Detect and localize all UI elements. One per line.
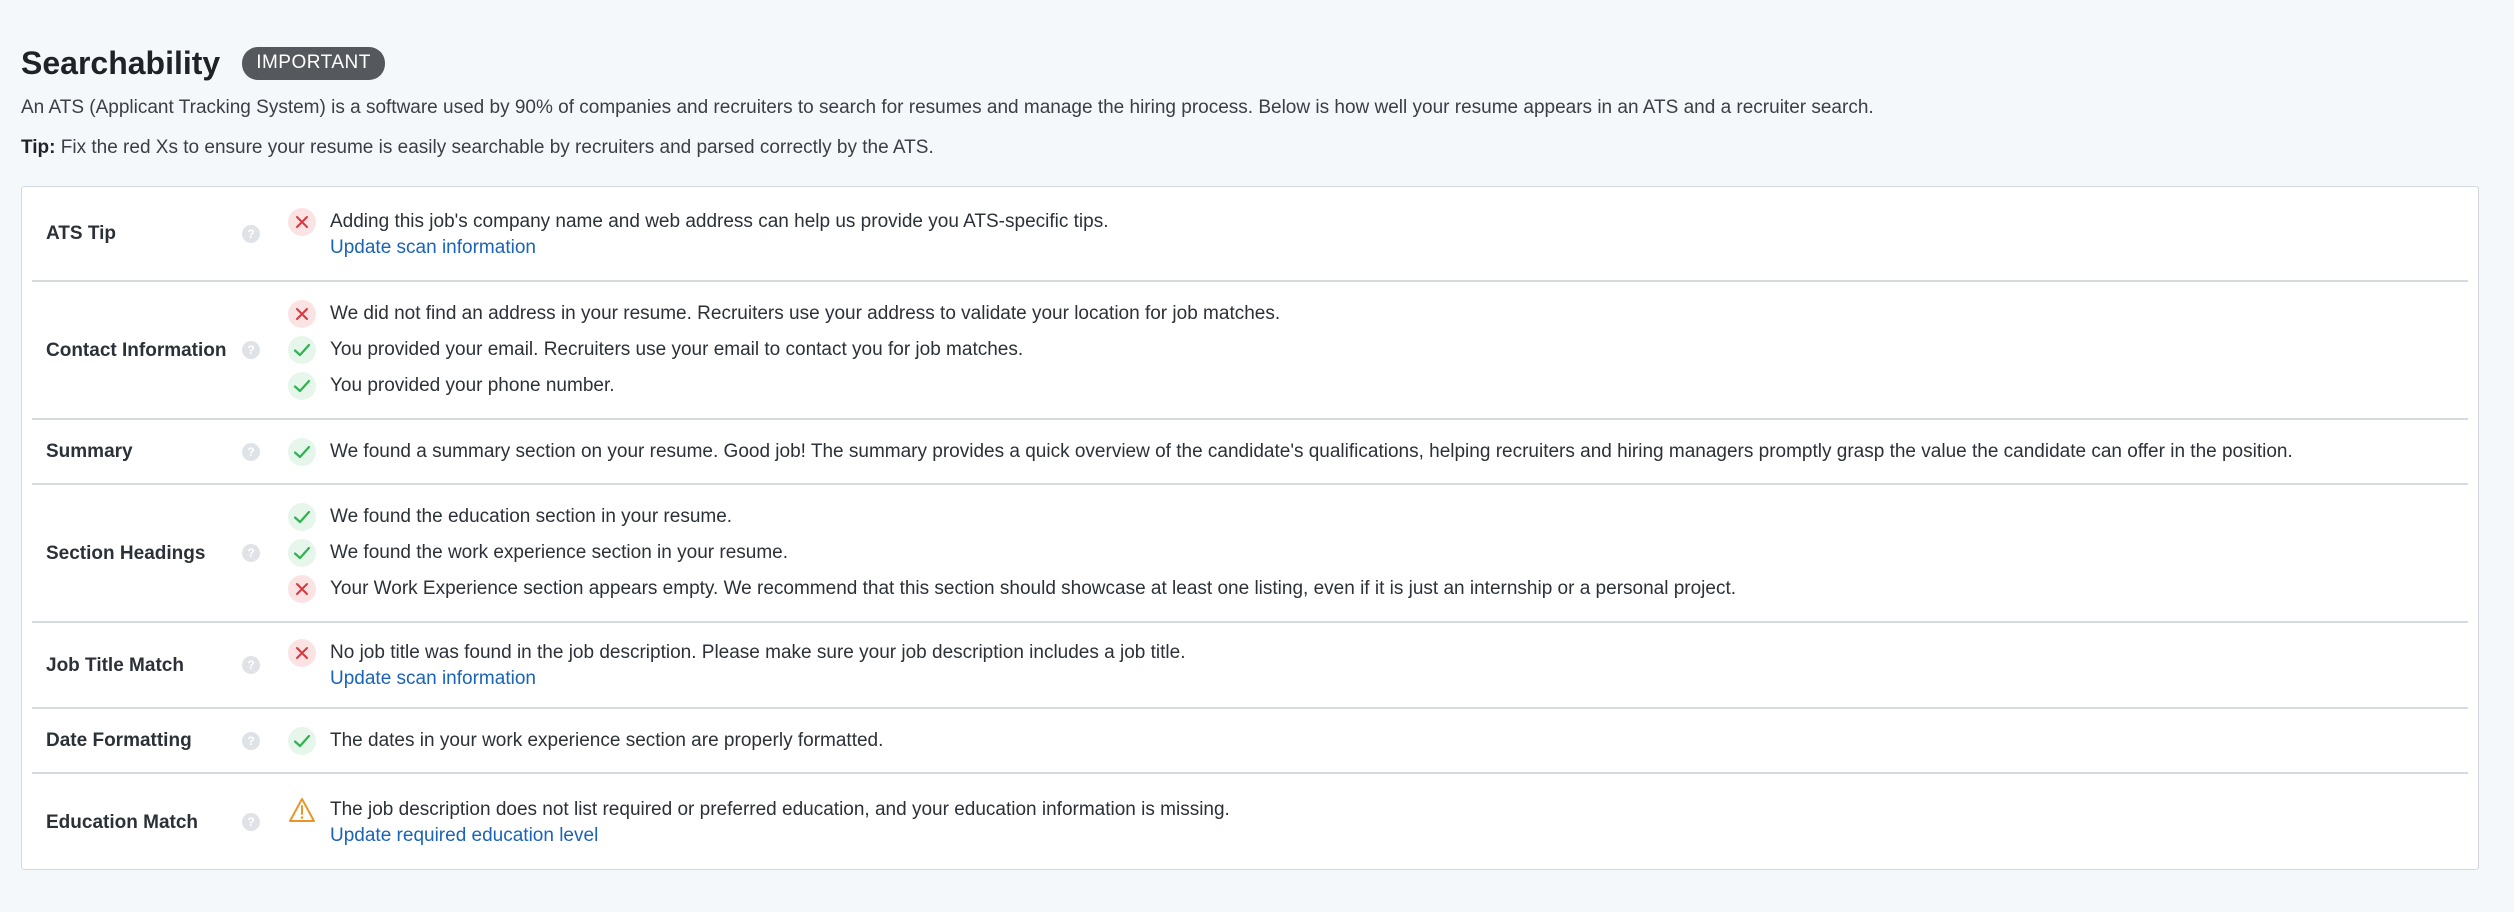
item-text: No job title was found in the job descri… — [330, 642, 1186, 663]
check-row: Education Match? The job description does… — [32, 774, 2468, 870]
item-text: Your Work Experience section appears emp… — [330, 578, 1737, 599]
update-link[interactable]: Update required education level — [330, 824, 1230, 848]
row-label: Summary — [46, 441, 133, 462]
red-x-icon — [288, 575, 316, 603]
check-item: You provided your phone number. — [288, 372, 2468, 400]
row-items: The job description does not list requir… — [288, 796, 2468, 848]
item-body: No job title was found in the job descri… — [330, 639, 1185, 691]
help-icon[interactable]: ? — [242, 813, 260, 831]
check-row: ATS Tip? Adding this job's company name a… — [32, 187, 2468, 282]
check-row: Job Title Match? No job title was found i… — [32, 623, 2468, 709]
warning-triangle-icon — [288, 796, 316, 824]
update-link[interactable]: Update scan information — [330, 667, 1185, 691]
check-item: The job description does not list requir… — [288, 796, 2468, 848]
item-text: The dates in your work experience sectio… — [330, 729, 884, 751]
help-icon[interactable]: ? — [242, 442, 260, 461]
searchability-card: ATS Tip? Adding this job's company name a… — [21, 186, 2479, 870]
check-row: Summary? We found a summary section on yo… — [32, 420, 2468, 485]
check-item: We did not find an address in your resum… — [288, 300, 2468, 328]
row-label: Date Formatting — [46, 730, 192, 751]
item-body: We found the education section in your r… — [330, 503, 732, 531]
help-icon[interactable]: ? — [242, 544, 260, 562]
row-label: Education Match — [46, 811, 199, 833]
red-x-icon — [288, 639, 316, 667]
tip-body: Fix the red Xs to ensure your resume is … — [55, 137, 934, 158]
check-item: No job title was found in the job descri… — [288, 639, 2468, 691]
help-icon[interactable]: ? — [242, 731, 260, 750]
row-label: ATS Tip — [46, 223, 117, 244]
green-check-icon — [288, 539, 316, 567]
red-x-icon — [288, 207, 316, 236]
item-text: You provided your email. Recruiters use … — [330, 339, 1024, 360]
item-body: You provided your phone number. — [330, 372, 615, 400]
item-text: We found the work experience section in … — [330, 542, 788, 563]
check-item: We found a summary section on your resum… — [288, 437, 2468, 466]
green-check-icon — [288, 503, 316, 531]
green-check-icon — [288, 336, 316, 364]
help-icon[interactable]: ? — [242, 224, 260, 243]
green-check-icon — [288, 437, 316, 466]
green-check-icon — [288, 372, 316, 400]
green-check-icon — [288, 726, 316, 755]
item-text: The job description does not list requir… — [330, 799, 1230, 820]
row-label: Contact Information — [46, 339, 227, 361]
tip-label: Tip: — [21, 137, 56, 158]
item-body: We did not find an address in your resum… — [330, 300, 1280, 328]
check-row: Date Formatting? The dates in your work e… — [32, 709, 2468, 774]
item-text: You provided your phone number. — [330, 375, 615, 396]
check-item: The dates in your work experience sectio… — [288, 726, 2468, 755]
header: Searchability IMPORTANT — [21, 0, 2493, 84]
searchability-page: Searchability IMPORTANT An ATS (Applican… — [0, 0, 2514, 912]
help-icon[interactable]: ? — [242, 656, 260, 674]
item-body: You provided your email. Recruiters use … — [330, 336, 1023, 364]
row-items: We found a summary section on your resum… — [288, 437, 2468, 466]
item-text: We found a summary section on your resum… — [330, 440, 2293, 462]
help-icon[interactable]: ? — [242, 341, 260, 359]
item-text: Adding this job's company name and web a… — [330, 210, 1109, 232]
check-item: Adding this job's company name and web a… — [288, 207, 2468, 260]
row-items: No job title was found in the job descri… — [288, 639, 2468, 691]
check-row: Section Headings? We found the education … — [32, 485, 2468, 623]
item-text: We did not find an address in your resum… — [330, 303, 1281, 324]
red-x-icon — [288, 300, 316, 328]
row-label: Job Title Match — [46, 654, 184, 676]
check-item: You provided your email. Recruiters use … — [288, 336, 2468, 364]
intro-text: An ATS (Applicant Tracking System) is a … — [21, 97, 1874, 118]
row-items: Adding this job's company name and web a… — [288, 207, 2468, 260]
item-body: Adding this job's company name and web a… — [330, 208, 1108, 260]
check-item: We found the work experience section in … — [288, 539, 2468, 567]
tip-text: Tip: Fix the red Xs to ensure your resum… — [21, 136, 2493, 160]
row-items: We did not find an address in your resum… — [288, 300, 2468, 400]
check-item: Your Work Experience section appears emp… — [288, 575, 2468, 603]
check-item: We found the education section in your r… — [288, 503, 2468, 531]
row-label: Section Headings — [46, 542, 206, 564]
item-body: We found the work experience section in … — [330, 539, 788, 567]
item-body: We found a summary section on your resum… — [330, 438, 2293, 466]
item-body: The dates in your work experience sectio… — [330, 727, 883, 755]
row-items: The dates in your work experience sectio… — [288, 726, 2468, 755]
page-title: Searchability — [21, 45, 221, 81]
check-row: Contact Information? We did not find an a… — [32, 282, 2468, 420]
importance-badge: IMPORTANT — [242, 46, 385, 80]
item-body: Your Work Experience section appears emp… — [330, 575, 1736, 603]
update-link[interactable]: Update scan information — [330, 236, 1108, 260]
item-text: We found the education section in your r… — [330, 506, 733, 527]
item-body: The job description does not list requir… — [330, 796, 1230, 848]
row-items: We found the education section in your r… — [288, 503, 2468, 603]
